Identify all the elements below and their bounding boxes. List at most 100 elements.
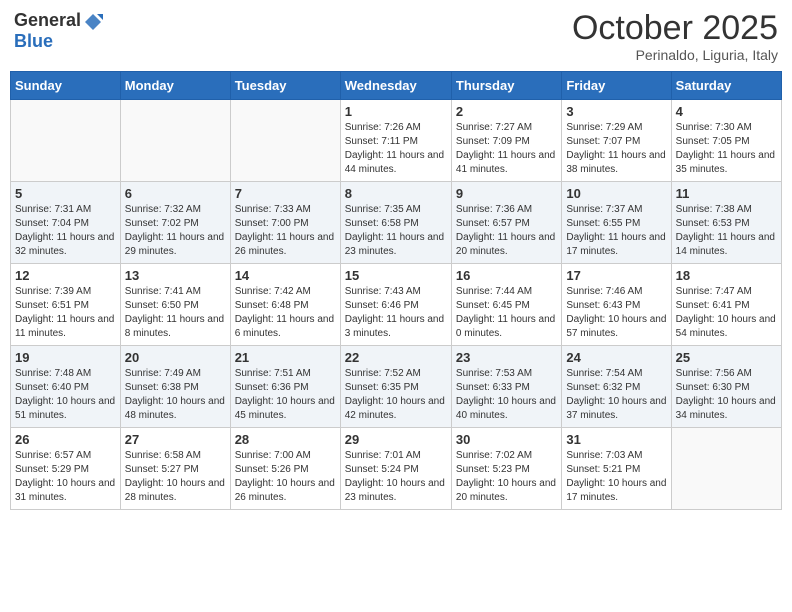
day-info: Sunrise: 7:37 AM Sunset: 6:55 PM Dayligh… xyxy=(566,203,666,259)
calendar-cell: 16 Sunrise: 7:44 AM Sunset: 6:45 PM Dayli… xyxy=(451,264,561,346)
day-info: Sunrise: 7:02 AM Sunset: 5:23 PM Dayligh… xyxy=(456,449,557,505)
calendar-cell: 13 Sunrise: 7:41 AM Sunset: 6:50 PM Dayli… xyxy=(120,264,230,346)
calendar-cell: 5 Sunrise: 7:31 AM Sunset: 7:04 PM Daylig… xyxy=(11,182,121,264)
day-info: Sunrise: 7:52 AM Sunset: 6:35 PM Dayligh… xyxy=(345,367,447,423)
day-info: Sunrise: 7:54 AM Sunset: 6:32 PM Dayligh… xyxy=(566,367,666,423)
day-number: 9 xyxy=(456,186,557,201)
calendar-week-row: 1 Sunrise: 7:26 AM Sunset: 7:11 PM Daylig… xyxy=(11,100,782,182)
day-number: 10 xyxy=(566,186,666,201)
day-info: Sunrise: 7:29 AM Sunset: 7:07 PM Dayligh… xyxy=(566,121,666,177)
header: General Blue October 2025 Perinaldo, Lig… xyxy=(10,10,782,63)
calendar-cell: 26 Sunrise: 6:57 AM Sunset: 5:29 PM Dayli… xyxy=(11,428,121,510)
day-info: Sunrise: 7:33 AM Sunset: 7:00 PM Dayligh… xyxy=(235,203,336,259)
header-thursday: Thursday xyxy=(451,72,561,100)
location-subtitle: Perinaldo, Liguria, Italy xyxy=(572,47,778,63)
calendar-cell: 3 Sunrise: 7:29 AM Sunset: 7:07 PM Daylig… xyxy=(562,100,671,182)
day-info: Sunrise: 7:39 AM Sunset: 6:51 PM Dayligh… xyxy=(15,285,116,341)
day-info: Sunrise: 7:56 AM Sunset: 6:30 PM Dayligh… xyxy=(676,367,777,423)
day-number: 22 xyxy=(345,350,447,365)
calendar-cell: 8Sunrise: 7:35 AM Sunset: 6:58 PM Daylig… xyxy=(340,182,451,264)
logo-icon xyxy=(83,12,103,32)
day-info: Sunrise: 7:44 AM Sunset: 6:45 PM Dayligh… xyxy=(456,285,557,341)
calendar-cell: 10 Sunrise: 7:37 AM Sunset: 6:55 PM Dayli… xyxy=(562,182,671,264)
day-info: Sunrise: 7:46 AM Sunset: 6:43 PM Dayligh… xyxy=(566,285,666,341)
calendar-cell: 28 Sunrise: 7:00 AM Sunset: 5:26 PM Dayli… xyxy=(230,428,340,510)
calendar-cell: 21 Sunrise: 7:51 AM Sunset: 6:36 PM Dayli… xyxy=(230,346,340,428)
calendar-cell: 30 Sunrise: 7:02 AM Sunset: 5:23 PM Dayli… xyxy=(451,428,561,510)
calendar-cell: 11 Sunrise: 7:38 AM Sunset: 6:53 PM Dayli… xyxy=(671,182,781,264)
day-info: Sunrise: 7:03 AM Sunset: 5:21 PM Dayligh… xyxy=(566,449,666,505)
day-number: 21 xyxy=(235,350,336,365)
calendar-cell xyxy=(671,428,781,510)
calendar-cell: 4 Sunrise: 7:30 AM Sunset: 7:05 PM Daylig… xyxy=(671,100,781,182)
day-number: 5 xyxy=(15,186,116,201)
day-info: Sunrise: 6:57 AM Sunset: 5:29 PM Dayligh… xyxy=(15,449,116,505)
day-info: Sunrise: 7:26 AM Sunset: 7:11 PM Dayligh… xyxy=(345,121,447,177)
calendar-cell: 9 Sunrise: 7:36 AM Sunset: 6:57 PM Daylig… xyxy=(451,182,561,264)
day-info: Sunrise: 7:41 AM Sunset: 6:50 PM Dayligh… xyxy=(125,285,226,341)
calendar-cell: 25Sunrise: 7:56 AM Sunset: 6:30 PM Dayli… xyxy=(671,346,781,428)
day-number: 26 xyxy=(15,432,116,447)
calendar-cell xyxy=(11,100,121,182)
calendar-table: Sunday Monday Tuesday Wednesday Thursday… xyxy=(10,71,782,510)
calendar-header-row: Sunday Monday Tuesday Wednesday Thursday… xyxy=(11,72,782,100)
day-number: 29 xyxy=(345,432,447,447)
day-info: Sunrise: 7:31 AM Sunset: 7:04 PM Dayligh… xyxy=(15,203,116,259)
day-number: 4 xyxy=(676,104,777,119)
day-number: 20 xyxy=(125,350,226,365)
day-info: Sunrise: 7:51 AM Sunset: 6:36 PM Dayligh… xyxy=(235,367,336,423)
day-number: 7 xyxy=(235,186,336,201)
day-number: 30 xyxy=(456,432,557,447)
logo-blue-text: Blue xyxy=(14,31,53,51)
day-number: 8 xyxy=(345,186,447,201)
day-info: Sunrise: 7:43 AM Sunset: 6:46 PM Dayligh… xyxy=(345,285,447,341)
day-number: 1 xyxy=(345,104,447,119)
day-number: 12 xyxy=(15,268,116,283)
day-number: 17 xyxy=(566,268,666,283)
calendar-cell: 29 Sunrise: 7:01 AM Sunset: 5:24 PM Dayli… xyxy=(340,428,451,510)
title-block: October 2025 Perinaldo, Liguria, Italy xyxy=(572,10,778,63)
day-info: Sunrise: 7:30 AM Sunset: 7:05 PM Dayligh… xyxy=(676,121,777,177)
day-number: 16 xyxy=(456,268,557,283)
day-number: 13 xyxy=(125,268,226,283)
calendar-cell: 12 Sunrise: 7:39 AM Sunset: 6:51 PM Dayli… xyxy=(11,264,121,346)
calendar-cell: 22 Sunrise: 7:52 AM Sunset: 6:35 PM Dayli… xyxy=(340,346,451,428)
calendar-cell xyxy=(230,100,340,182)
day-info: Sunrise: 7:01 AM Sunset: 5:24 PM Dayligh… xyxy=(345,449,447,505)
month-title: October 2025 xyxy=(572,10,778,47)
calendar-cell: 17 Sunrise: 7:46 AM Sunset: 6:43 PM Dayli… xyxy=(562,264,671,346)
calendar-week-row: 19 Sunrise: 7:48 AM Sunset: 6:40 PM Dayli… xyxy=(11,346,782,428)
day-info: Sunrise: 7:32 AM Sunset: 7:02 PM Dayligh… xyxy=(125,203,226,259)
calendar-week-row: 26 Sunrise: 6:57 AM Sunset: 5:29 PM Dayli… xyxy=(11,428,782,510)
day-info: Sunrise: 7:00 AM Sunset: 5:26 PM Dayligh… xyxy=(235,449,336,505)
day-info: Sunrise: 7:27 AM Sunset: 7:09 PM Dayligh… xyxy=(456,121,557,177)
day-number: 15 xyxy=(345,268,447,283)
calendar-cell: 18Sunrise: 7:47 AM Sunset: 6:41 PM Dayli… xyxy=(671,264,781,346)
calendar-cell: 14Sunrise: 7:42 AM Sunset: 6:48 PM Dayli… xyxy=(230,264,340,346)
day-number: 31 xyxy=(566,432,666,447)
day-info: Sunrise: 7:48 AM Sunset: 6:40 PM Dayligh… xyxy=(15,367,116,423)
day-number: 19 xyxy=(15,350,116,365)
logo: General Blue xyxy=(14,10,103,52)
day-number: 6 xyxy=(125,186,226,201)
header-sunday: Sunday xyxy=(11,72,121,100)
calendar-cell: 1 Sunrise: 7:26 AM Sunset: 7:11 PM Daylig… xyxy=(340,100,451,182)
calendar-cell: 31 Sunrise: 7:03 AM Sunset: 5:21 PM Dayli… xyxy=(562,428,671,510)
calendar-cell: 23Sunrise: 7:53 AM Sunset: 6:33 PM Dayli… xyxy=(451,346,561,428)
day-info: Sunrise: 7:36 AM Sunset: 6:57 PM Dayligh… xyxy=(456,203,557,259)
calendar-cell: 24Sunrise: 7:54 AM Sunset: 6:32 PM Dayli… xyxy=(562,346,671,428)
day-number: 3 xyxy=(566,104,666,119)
calendar-cell: 7 Sunrise: 7:33 AM Sunset: 7:00 PM Daylig… xyxy=(230,182,340,264)
day-number: 28 xyxy=(235,432,336,447)
day-number: 2 xyxy=(456,104,557,119)
day-info: Sunrise: 7:38 AM Sunset: 6:53 PM Dayligh… xyxy=(676,203,777,259)
day-number: 11 xyxy=(676,186,777,201)
header-monday: Monday xyxy=(120,72,230,100)
calendar-cell: 19 Sunrise: 7:48 AM Sunset: 6:40 PM Dayli… xyxy=(11,346,121,428)
calendar-cell: 15 Sunrise: 7:43 AM Sunset: 6:46 PM Dayli… xyxy=(340,264,451,346)
header-tuesday: Tuesday xyxy=(230,72,340,100)
day-info: Sunrise: 7:47 AM Sunset: 6:41 PM Dayligh… xyxy=(676,285,777,341)
calendar-cell: 27Sunrise: 6:58 AM Sunset: 5:27 PM Dayli… xyxy=(120,428,230,510)
day-info: Sunrise: 7:49 AM Sunset: 6:38 PM Dayligh… xyxy=(125,367,226,423)
day-info: Sunrise: 6:58 AM Sunset: 5:27 PM Dayligh… xyxy=(125,449,226,505)
